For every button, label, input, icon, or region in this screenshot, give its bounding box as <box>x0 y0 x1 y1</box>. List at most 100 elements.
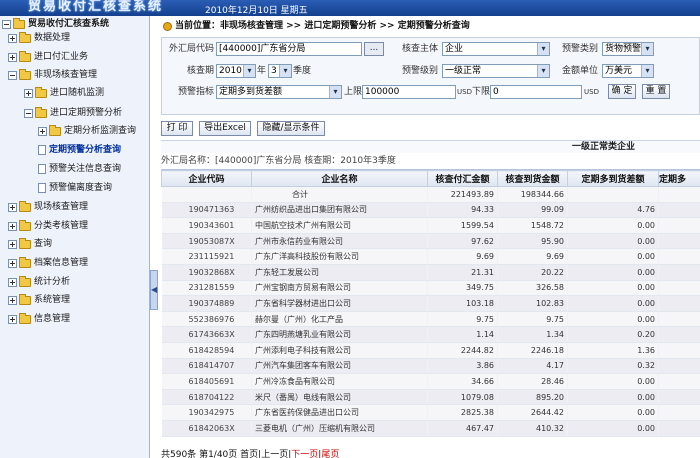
received-amount-cell: 102.83 <box>497 295 568 312</box>
sidebar-item-label: 预警偏离度查询 <box>49 183 113 193</box>
reset-button[interactable]: 重 置 <box>642 84 670 99</box>
sidebar-item-onsite-check[interactable]: 现场核查管理 <box>8 200 88 214</box>
sidebar-item-offsite-check[interactable]: 非现场核查管理 <box>8 68 97 82</box>
sidebar-item-label: 系统管理 <box>34 295 71 305</box>
expand-icon[interactable] <box>38 126 47 136</box>
prev-page-link[interactable]: 上一页 <box>261 450 288 458</box>
sidebar-item-statistics[interactable]: 统计分析 <box>8 275 70 289</box>
received-amount-cell: 895.20 <box>497 389 568 406</box>
expand-icon[interactable] <box>24 88 33 98</box>
expand-icon[interactable] <box>8 277 17 287</box>
column-header[interactable]: 定期多到货差额 <box>567 170 659 187</box>
company-name-cell: 广州市永信药业有限公司 <box>251 233 428 250</box>
extra-cell <box>658 311 700 328</box>
sidebar-item-label: 统计分析 <box>34 277 71 287</box>
branch-picker-button[interactable]: ... <box>364 42 384 56</box>
table-row[interactable]: 231115921 广东广洋高科技股份有限公司 9.69 9.69 0.00 <box>161 248 700 265</box>
received-amount-cell: 95.90 <box>497 233 568 250</box>
sidebar-item-periodic-monitor[interactable]: 定期分析监测查询 <box>38 124 136 138</box>
column-header[interactable]: 核查到货金额 <box>497 170 568 187</box>
table-row[interactable]: 618704122 米尺（番禺）电线有限公司 1079.08 895.20 0.00 <box>161 389 700 406</box>
sidebar-item-warning-deviation[interactable]: 预警偏离度查询 <box>38 181 112 195</box>
tree-root-label: 贸易收付汇核查系统 <box>28 19 110 29</box>
table-row[interactable]: 618414707 广州汽车集团客车有限公司 3.86 4.17 0.32 <box>161 358 700 375</box>
print-button[interactable]: 打 印 <box>161 121 193 136</box>
table-row[interactable]: 19032868X 广东轻工发展公司 21.31 20.22 0.00 <box>161 264 700 281</box>
branch-label: 外汇局代码 <box>168 44 214 54</box>
sidebar-collapse-handle[interactable]: ◀ <box>150 270 158 310</box>
quarter-select[interactable]: 3 <box>268 64 292 78</box>
collapse-icon[interactable] <box>24 108 33 118</box>
sidebar-item-periodic-warning-query[interactable]: 定期预警分析查询 <box>38 143 121 157</box>
company-code-cell: 552386976 <box>161 311 252 328</box>
sidebar-item-classification[interactable]: 分类考核管理 <box>8 219 88 233</box>
confirm-button[interactable]: 确 定 <box>608 84 636 99</box>
indicator-select[interactable]: 定期多到货差额 <box>216 85 342 99</box>
table-row[interactable]: 61743663X 广东四明燕塘乳业有限公司 1.14 1.34 0.20 <box>161 326 700 343</box>
table-row[interactable]: 618405691 广州冷冻食品有限公司 34.66 28.46 0.00 <box>161 373 700 390</box>
column-header[interactable]: 企业代码 <box>161 170 252 187</box>
expand-icon[interactable] <box>8 295 17 305</box>
level-select[interactable]: 一级正常 <box>442 64 550 78</box>
table-row[interactable]: 190471363 广州纺织品进出口集团有限公司 94.33 99.09 4.76 <box>161 202 700 219</box>
received-amount-cell: 4.17 <box>497 358 568 375</box>
toggle-conditions-button[interactable]: 隐藏/显示条件 <box>257 121 325 136</box>
location-icon <box>163 21 172 31</box>
level-label: 预警级别 <box>401 66 438 76</box>
sidebar-item-info[interactable]: 信息管理 <box>8 312 70 326</box>
expand-icon[interactable] <box>8 33 17 43</box>
unit-select[interactable]: 万美元 <box>602 64 654 78</box>
sidebar-item-data-processing[interactable]: 数据处理 <box>8 31 70 45</box>
table-row[interactable]: 190342975 广东省医药保健品进出口公司 2825.38 2644.42 0.00 <box>161 404 700 421</box>
lower-input[interactable]: 0 <box>490 85 582 99</box>
expand-icon[interactable] <box>8 239 17 249</box>
column-header[interactable]: 核查付汇金额 <box>427 170 498 187</box>
collapse-icon[interactable] <box>8 70 17 80</box>
export-excel-button[interactable]: 导出Excel <box>199 121 251 136</box>
column-header[interactable]: 企业名称 <box>251 170 428 187</box>
subject-select[interactable]: 企业 <box>442 42 550 56</box>
table-row[interactable]: 618428594 广州添利电子科技有限公司 2244.82 2246.18 1.36 <box>161 342 700 359</box>
column-header[interactable]: 定期多 <box>658 170 700 187</box>
company-code-cell: 19032868X <box>161 264 252 281</box>
tree-root[interactable]: 贸易收付汇核查系统 <box>2 17 109 31</box>
total-paid: 221493.89 <box>427 186 498 203</box>
sidebar-item-import-random[interactable]: 进口随机监测 <box>24 86 104 100</box>
sidebar-item-import-payment[interactable]: 进口付汇业务 <box>8 50 88 64</box>
expand-icon[interactable] <box>8 52 17 62</box>
table-row[interactable]: 190343601 中国航空技术广州有限公司 1599.54 1548.72 0.00 <box>161 217 700 234</box>
table-row[interactable]: 61842063X 三菱电机（广州）压缩机有限公司 467.47 410.32 0.00 <box>161 420 700 437</box>
surplus-diff-cell: 0.00 <box>567 264 659 281</box>
table-row[interactable]: 552386976 赫尔曼（广州）化工产品 9.75 9.75 0.00 <box>161 311 700 328</box>
sidebar-item-query[interactable]: 查询 <box>8 237 52 251</box>
branch-field[interactable]: [440000]广东省分局 <box>216 42 362 56</box>
received-amount-cell: 2246.18 <box>497 342 568 359</box>
expand-icon[interactable] <box>8 221 17 231</box>
received-amount-cell: 9.75 <box>497 311 568 328</box>
extra-cell <box>658 420 700 437</box>
received-amount-cell: 2644.42 <box>497 404 568 421</box>
last-page-link[interactable]: 尾页 <box>321 450 339 458</box>
sidebar-item-archive[interactable]: 档案信息管理 <box>8 256 88 270</box>
sidebar-item-periodic-warning[interactable]: 进口定期预警分析 <box>24 106 122 120</box>
expand-icon[interactable] <box>8 258 17 268</box>
upper-input[interactable]: 100000 <box>362 85 456 99</box>
warn-type-select[interactable]: 货物预警 <box>602 42 654 56</box>
table-row[interactable]: 19053087X 广州市永信药业有限公司 97.62 95.90 0.00 <box>161 233 700 250</box>
collapse-icon[interactable] <box>2 19 11 29</box>
expand-icon[interactable] <box>8 202 17 212</box>
company-name-cell: 广州添利电子科技有限公司 <box>251 342 428 359</box>
sidebar-item-label: 非现场核查管理 <box>34 70 98 80</box>
sidebar-item-label: 分类考核管理 <box>34 221 89 231</box>
next-page-link[interactable]: 下一页 <box>291 450 318 458</box>
surplus-diff-cell: 0.00 <box>567 311 659 328</box>
sidebar-item-system[interactable]: 系统管理 <box>8 293 70 307</box>
year-select[interactable]: 2010 <box>216 64 256 78</box>
expand-icon[interactable] <box>8 314 17 324</box>
folder-icon <box>35 106 47 118</box>
folder-icon <box>49 124 61 136</box>
table-row[interactable]: 231281559 广州宝钢南方贸易有限公司 349.75 326.58 0.00 <box>161 280 700 297</box>
table-row[interactable]: 190374889 广东省科学器材进出口公司 103.18 102.83 0.00 <box>161 295 700 312</box>
first-page-link[interactable]: 首页 <box>240 450 258 458</box>
sidebar-item-warning-attention[interactable]: 预警关注信息查询 <box>38 162 121 176</box>
